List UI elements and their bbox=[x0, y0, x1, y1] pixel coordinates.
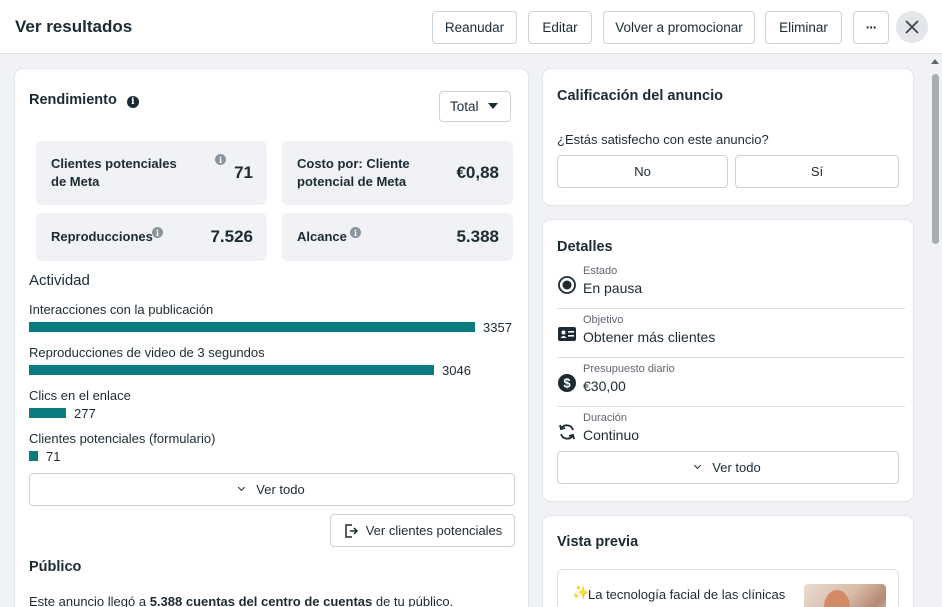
activity-bar bbox=[29, 365, 434, 375]
preview-text: La tecnología facial de las clínicas bbox=[588, 587, 786, 602]
metric-reach: Alcance i 5.388 bbox=[282, 213, 513, 261]
activity-value: 277 bbox=[74, 406, 96, 421]
performance-title-text: Rendimiento bbox=[29, 92, 117, 108]
detail-value: Obtener más clientes bbox=[583, 329, 716, 345]
close-button[interactable] bbox=[896, 11, 928, 43]
preview-card: Vista previa ✨ La tecnología facial de l… bbox=[543, 516, 913, 607]
info-icon[interactable]: i bbox=[215, 154, 226, 165]
scrollbar[interactable] bbox=[928, 54, 942, 607]
details-title: Detalles bbox=[557, 239, 613, 255]
edit-button[interactable]: Editar bbox=[528, 11, 592, 44]
see-all-details-button[interactable]: Ver todo bbox=[557, 451, 899, 484]
sparkle-icon: ✨ bbox=[572, 584, 590, 600]
metric-plays: Reproducciones i 7.526 bbox=[36, 213, 267, 261]
audience-title: Público bbox=[29, 559, 82, 575]
activity-bar bbox=[29, 408, 66, 418]
activity-label: Reproducciones de video de 3 segundos bbox=[29, 345, 265, 360]
detail-label: Objetivo bbox=[583, 314, 624, 326]
audience-text-after: de tu público. bbox=[372, 594, 454, 607]
total-filter-dropdown[interactable]: Total bbox=[439, 91, 511, 122]
activity-value: 71 bbox=[46, 449, 61, 464]
export-icon bbox=[344, 523, 358, 538]
activity-label: Clientes potenciales (formulario) bbox=[29, 431, 216, 446]
metric-value: 7.526 bbox=[210, 227, 253, 246]
resume-button[interactable]: Reanudar bbox=[432, 11, 517, 44]
rating-question: ¿Estás satisfecho con este anuncio? bbox=[557, 132, 769, 147]
detail-row-status: Estado En pausa bbox=[557, 261, 905, 309]
see-leads-button[interactable]: Ver clientes potenciales bbox=[330, 514, 515, 547]
top-bar: Ver resultados Reanudar Editar Volver a … bbox=[0, 0, 942, 54]
audience-text: Este anuncio llegó a 5.388 cuentas del c… bbox=[29, 594, 453, 607]
info-icon[interactable]: i bbox=[152, 227, 163, 238]
preview-title: Vista previa bbox=[557, 534, 639, 550]
activity-title: Actividad bbox=[29, 272, 90, 289]
see-all-label: Ver todo bbox=[256, 482, 305, 497]
delete-button[interactable]: Eliminar bbox=[765, 11, 842, 44]
audience-text-bold: 5.388 cuentas del centro de cuentas bbox=[149, 594, 373, 607]
thumbnail-person bbox=[824, 590, 850, 607]
detail-value: Continuo bbox=[583, 427, 640, 443]
chevron-down-icon bbox=[238, 483, 246, 492]
metric-meta-leads: Clientes potenciales de Meta i 71 bbox=[36, 141, 267, 205]
detail-label: Estado bbox=[583, 265, 618, 277]
detail-label: Presupuesto diario bbox=[583, 363, 675, 375]
activity-label: Interacciones con la publicación bbox=[29, 302, 214, 317]
activity-bar bbox=[29, 451, 38, 461]
rating-yes-button[interactable]: Sí bbox=[735, 155, 899, 188]
dollar-circle-icon: $ bbox=[558, 374, 576, 392]
detail-label: Duración bbox=[583, 412, 628, 424]
rating-title: Calificación del anuncio bbox=[557, 88, 723, 104]
metric-label: Alcance bbox=[297, 229, 347, 244]
page-title: Ver resultados bbox=[15, 17, 133, 36]
promote-again-button[interactable]: Volver a promocionar bbox=[603, 11, 755, 44]
see-all-label: Ver todo bbox=[712, 460, 761, 475]
activity-label: Clics en el enlace bbox=[29, 388, 131, 403]
metric-value: €0,88 bbox=[456, 163, 499, 182]
total-filter-label: Total bbox=[450, 99, 479, 114]
id-card-icon bbox=[558, 327, 576, 341]
svg-text:$: $ bbox=[563, 376, 571, 391]
performance-title: Rendimiento i bbox=[29, 92, 139, 108]
see-all-activity-button[interactable]: Ver todo bbox=[29, 473, 515, 506]
refresh-icon bbox=[559, 424, 575, 440]
close-icon bbox=[905, 20, 919, 34]
radio-status-icon bbox=[558, 276, 576, 294]
scroll-up-arrow-icon[interactable] bbox=[931, 59, 939, 64]
details-card: Detalles Estado En pausa Objetivo Obtene… bbox=[543, 220, 913, 501]
metric-value: 5.388 bbox=[456, 227, 499, 246]
detail-row-budget: $ Presupuesto diario €30,00 bbox=[557, 359, 905, 407]
performance-card: Rendimiento i Total Clientes potenciales… bbox=[15, 69, 528, 607]
metric-label: Reproducciones bbox=[51, 229, 153, 244]
info-icon[interactable]: i bbox=[350, 227, 361, 238]
detail-row-objective: Objetivo Obtener más clientes bbox=[557, 310, 905, 358]
detail-value: €30,00 bbox=[583, 378, 626, 394]
ad-rating-card: Calificación del anuncio ¿Estás satisfec… bbox=[543, 69, 913, 205]
ad-preview[interactable]: ✨ La tecnología facial de las clínicas bbox=[557, 569, 899, 607]
preview-thumbnail bbox=[804, 584, 886, 607]
metric-label: Costo por: Cliente potencial de Meta bbox=[297, 156, 410, 189]
activity-value: 3357 bbox=[483, 320, 512, 335]
info-icon[interactable]: i bbox=[126, 96, 139, 108]
scrollbar-thumb[interactable] bbox=[932, 74, 939, 244]
metric-label: Clientes potenciales de Meta bbox=[51, 156, 177, 189]
detail-value: En pausa bbox=[583, 280, 643, 296]
detail-row-duration: Duración Continuo bbox=[557, 408, 905, 456]
audience-text-before: Este anuncio llegó a bbox=[29, 594, 150, 607]
rating-no-button[interactable]: No bbox=[557, 155, 728, 188]
activity-bar bbox=[29, 322, 475, 332]
metric-cost-per-lead: Costo por: Cliente potencial de Meta €0,… bbox=[282, 141, 513, 205]
see-leads-label: Ver clientes potenciales bbox=[365, 523, 503, 538]
chevron-down-icon bbox=[488, 103, 498, 109]
metric-value: 71 bbox=[234, 163, 253, 182]
activity-value: 3046 bbox=[442, 363, 471, 378]
chevron-down-icon bbox=[694, 461, 702, 470]
more-options-button[interactable]: ··· bbox=[853, 11, 889, 44]
